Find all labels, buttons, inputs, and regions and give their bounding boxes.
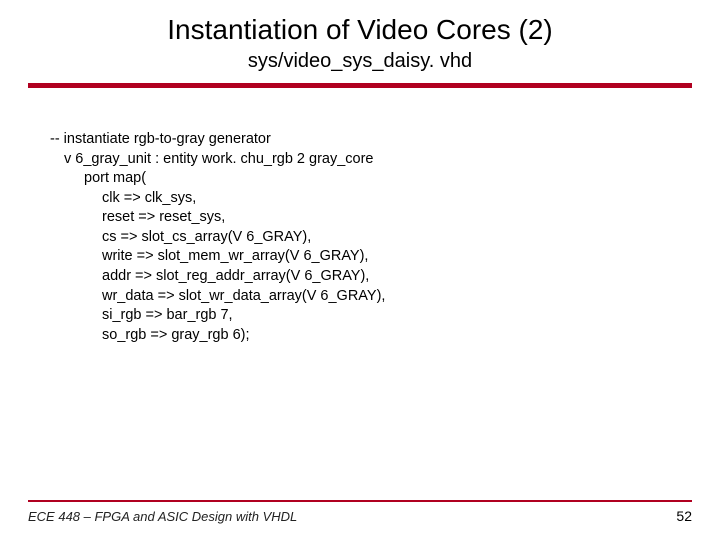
code-line: v 6_gray_unit : entity work. chu_rgb 2 g…	[50, 150, 720, 170]
code-line: addr => slot_reg_addr_array(V 6_GRAY),	[50, 267, 720, 287]
slide-subtitle: sys/video_sys_daisy. vhd	[0, 46, 720, 83]
footer: ECE 448 – FPGA and ASIC Design with VHDL…	[28, 500, 692, 524]
code-line: -- instantiate rgb-to-gray generator	[50, 130, 720, 150]
page-number: 52	[676, 508, 692, 524]
code-line: port map(	[50, 169, 720, 189]
code-line: wr_data => slot_wr_data_array(V 6_GRAY),	[50, 287, 720, 307]
code-block: -- instantiate rgb-to-gray generator v 6…	[0, 88, 720, 345]
code-line: write => slot_mem_wr_array(V 6_GRAY),	[50, 247, 720, 267]
code-line: si_rgb => bar_rgb 7,	[50, 306, 720, 326]
code-line: so_rgb => gray_rgb 6);	[50, 326, 720, 346]
slide-title: Instantiation of Video Cores (2)	[0, 0, 720, 46]
code-line: cs => slot_cs_array(V 6_GRAY),	[50, 228, 720, 248]
footer-text: ECE 448 – FPGA and ASIC Design with VHDL	[28, 509, 297, 524]
footer-divider	[28, 500, 692, 502]
code-line: clk => clk_sys,	[50, 189, 720, 209]
code-line: reset => reset_sys,	[50, 208, 720, 228]
